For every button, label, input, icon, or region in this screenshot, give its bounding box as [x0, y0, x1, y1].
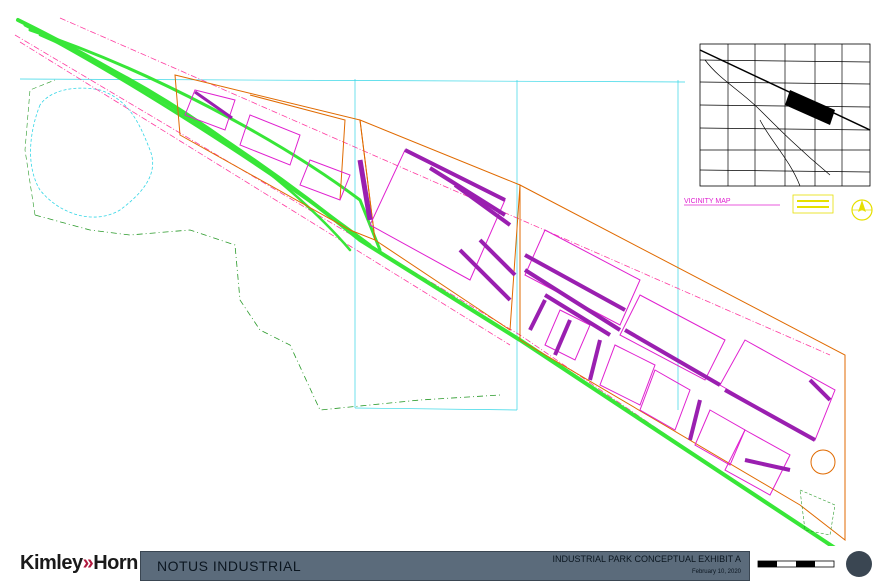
building-6: [694, 409, 746, 466]
company-logo: Kimley»Horn: [20, 552, 138, 575]
vicinity-map-label: VICINITY MAP: [684, 198, 731, 205]
building-5: [639, 369, 691, 431]
scale-bar-icon: [757, 560, 835, 568]
grid-lines: [19, 78, 686, 411]
property-boundary: [34, 214, 501, 411]
site-plan-drawing: [14, 17, 873, 551]
vicinity-map: [699, 43, 871, 187]
roundabout: [810, 449, 836, 475]
pond-outline: [30, 87, 153, 218]
title-band: NOTUS INDUSTRIAL INDUSTRIAL PARK CONCEPT…: [140, 551, 750, 581]
logo-text-kimley: Kimley: [20, 552, 83, 574]
sheet-date: February 10, 2020: [691, 569, 741, 575]
sheet-title: INDUSTRIAL PARK CONCEPTUAL EXHIBIT A: [552, 554, 741, 564]
vicinity-north-arrow-icon: [851, 199, 873, 221]
logo-text-horn: Horn: [93, 552, 138, 574]
logo-arrow: »: [82, 552, 94, 574]
project-title: NOTUS INDUSTRIAL: [157, 558, 302, 574]
boundary-west: [24, 79, 56, 216]
north-arrow-icon: [846, 551, 872, 577]
